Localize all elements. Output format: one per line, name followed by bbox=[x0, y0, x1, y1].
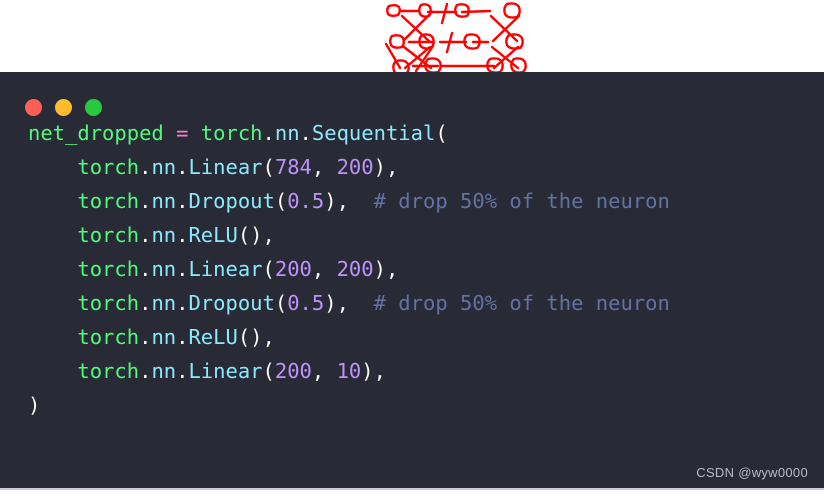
code-token-attr: nn bbox=[151, 325, 177, 349]
code-token-punc: ) bbox=[28, 393, 41, 417]
code-token-punc: . bbox=[139, 257, 152, 281]
code-token-fn: Linear bbox=[188, 359, 263, 383]
code-line: torch.nn.Linear(200, 200), bbox=[28, 257, 398, 281]
code-token-punc: . bbox=[176, 189, 189, 213]
code-line: torch.nn.ReLU(), bbox=[28, 325, 275, 349]
code-token-punc: ( bbox=[435, 121, 448, 145]
code-token-punc: , bbox=[311, 359, 337, 383]
code-token-punc: . bbox=[176, 257, 189, 281]
code-line: torch.nn.Linear(200, 10), bbox=[28, 359, 386, 383]
code-token-mod: torch bbox=[77, 291, 140, 315]
code-token-punc: . bbox=[139, 325, 152, 349]
code-token-op: = bbox=[176, 121, 189, 145]
code-token-punc: ( bbox=[262, 155, 275, 179]
code-token-fn: Linear bbox=[188, 155, 263, 179]
minimize-button[interactable] bbox=[55, 99, 72, 116]
code-block[interactable]: net_dropped = torch.nn.Sequential( torch… bbox=[0, 116, 824, 422]
code-token-punc: ( bbox=[262, 359, 275, 383]
code-token-punc: (), bbox=[237, 325, 275, 349]
code-token-fn: Dropout bbox=[188, 291, 275, 315]
code-token-mod: torch bbox=[77, 189, 140, 213]
code-token-punc: ), bbox=[324, 189, 374, 213]
code-token-fn: Sequential bbox=[311, 121, 436, 145]
code-line: ) bbox=[28, 393, 40, 417]
code-line: net_dropped = torch.nn.Sequential( bbox=[28, 121, 448, 145]
code-token-punc: ( bbox=[274, 189, 288, 213]
code-token-punc: . bbox=[139, 359, 152, 383]
code-token-num: 784 bbox=[274, 155, 312, 179]
code-token-punc: . bbox=[262, 121, 275, 145]
code-token-punc: . bbox=[139, 155, 152, 179]
code-token-punc: ), bbox=[361, 359, 386, 383]
code-token-punc: . bbox=[176, 291, 189, 315]
code-token-fn: ReLU bbox=[188, 325, 238, 349]
code-token-punc: ( bbox=[262, 257, 275, 281]
code-window-titlebar bbox=[0, 72, 824, 116]
code-token-punc: . bbox=[139, 189, 152, 213]
code-token-punc: . bbox=[139, 223, 152, 247]
code-token-punc: ), bbox=[324, 291, 374, 315]
code-line: torch.nn.Linear(784, 200), bbox=[28, 155, 398, 179]
code-token-punc: . bbox=[139, 291, 152, 315]
code-token-num: 0.5 bbox=[287, 291, 325, 315]
code-token-punc: ), bbox=[373, 257, 399, 281]
code-token-num: 200 bbox=[274, 257, 312, 281]
code-token-num: 0.5 bbox=[287, 189, 325, 213]
close-button[interactable] bbox=[25, 99, 42, 116]
code-token-punc: , bbox=[311, 155, 337, 179]
code-window: net_dropped = torch.nn.Sequential( torch… bbox=[0, 72, 824, 488]
code-token-fn: Dropout bbox=[188, 189, 275, 213]
code-token-var: net_dropped bbox=[28, 121, 164, 145]
code-token-attr: nn bbox=[151, 155, 177, 179]
code-token-fn: ReLU bbox=[188, 223, 238, 247]
code-token-mod: torch bbox=[77, 257, 140, 281]
maximize-button[interactable] bbox=[85, 99, 102, 116]
code-token-attr: nn bbox=[151, 359, 177, 383]
watermark: CSDN @wyw0000 bbox=[696, 465, 808, 480]
code-token-punc: . bbox=[176, 359, 189, 383]
code-token-punc: , bbox=[311, 257, 337, 281]
code-token-mod: torch bbox=[200, 121, 263, 145]
doodle-band bbox=[0, 0, 824, 72]
code-token-punc bbox=[188, 121, 200, 145]
code-token-punc bbox=[164, 121, 176, 145]
code-token-attr: nn bbox=[151, 257, 177, 281]
code-token-mod: torch bbox=[77, 325, 140, 349]
code-token-num: 200 bbox=[336, 155, 374, 179]
code-token-punc: ), bbox=[373, 155, 399, 179]
code-token-punc: . bbox=[176, 325, 189, 349]
code-token-cmt: # drop 50% of the neuron bbox=[373, 189, 670, 213]
code-token-punc: . bbox=[176, 223, 189, 247]
code-line: torch.nn.Dropout(0.5), # drop 50% of the… bbox=[28, 291, 670, 315]
code-token-punc: (), bbox=[237, 223, 275, 247]
code-token-punc: . bbox=[176, 155, 189, 179]
code-token-attr: nn bbox=[151, 223, 177, 247]
code-line: torch.nn.ReLU(), bbox=[28, 223, 275, 247]
code-token-mod: torch bbox=[77, 223, 140, 247]
code-token-cmt: # drop 50% of the neuron bbox=[373, 291, 670, 315]
code-token-num: 10 bbox=[336, 359, 362, 383]
code-token-punc: . bbox=[299, 121, 312, 145]
code-body: net_dropped = torch.nn.Sequential( torch… bbox=[0, 116, 824, 422]
code-token-mod: torch bbox=[77, 359, 140, 383]
code-token-attr: nn bbox=[274, 121, 300, 145]
code-token-attr: nn bbox=[151, 291, 177, 315]
code-token-punc: ( bbox=[274, 291, 288, 315]
code-token-attr: nn bbox=[151, 189, 177, 213]
code-token-mod: torch bbox=[77, 155, 140, 179]
code-line: torch.nn.Dropout(0.5), # drop 50% of the… bbox=[28, 189, 670, 213]
code-token-num: 200 bbox=[274, 359, 312, 383]
code-token-fn: Linear bbox=[188, 257, 263, 281]
code-token-num: 200 bbox=[336, 257, 374, 281]
neural-network-dropout-sketch-icon bbox=[384, 2, 527, 72]
